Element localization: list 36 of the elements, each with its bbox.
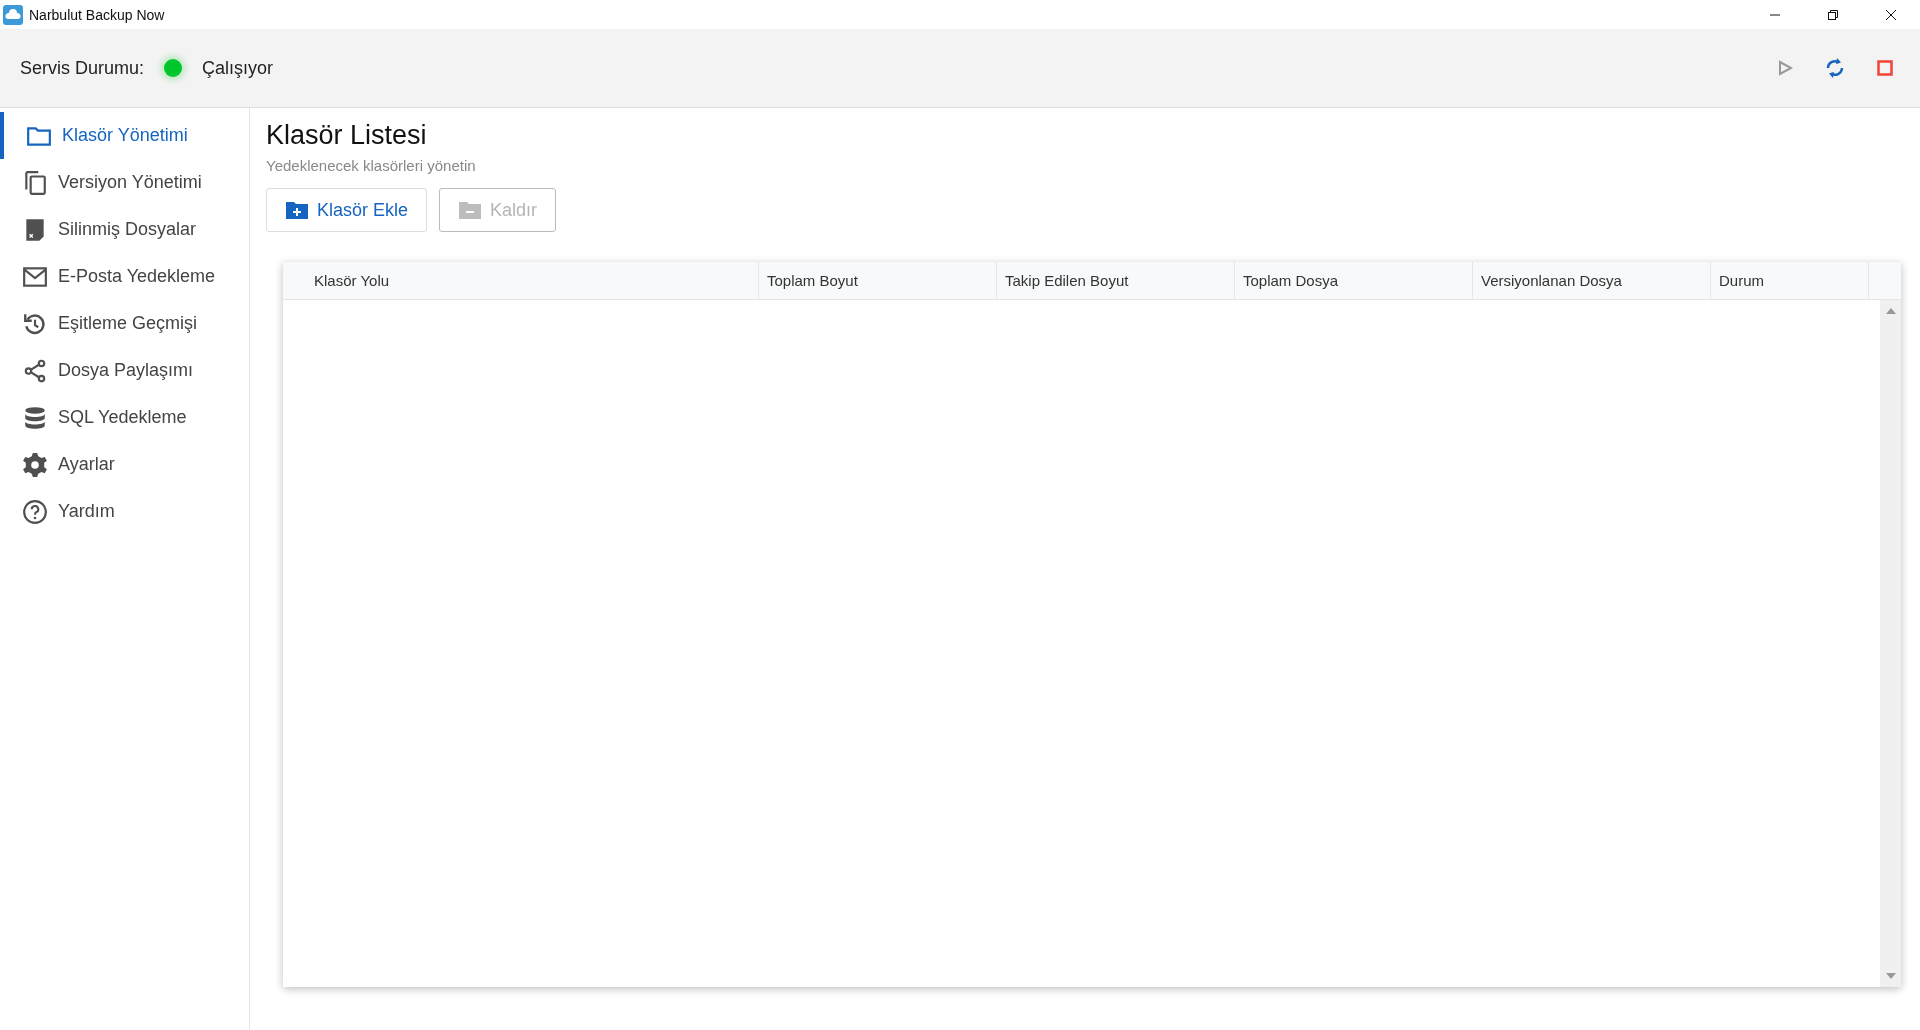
page-title: Klasör Listesi bbox=[266, 120, 428, 151]
sidebar-item[interactable]: Klasör Yönetimi bbox=[0, 112, 249, 159]
sidebar-item[interactable]: Versiyon Yönetimi bbox=[0, 159, 249, 206]
window-title: Narbulut Backup Now bbox=[29, 6, 166, 23]
sidebar-item[interactable]: Eşitleme Geçmişi bbox=[0, 300, 249, 347]
restore-icon bbox=[1827, 8, 1839, 21]
sidebar-item[interactable]: E-Posta Yedekleme bbox=[0, 253, 249, 300]
scroll-up-icon bbox=[1885, 308, 1896, 314]
gear-icon bbox=[22, 451, 48, 478]
stop-icon bbox=[1877, 60, 1893, 76]
folder-plus-icon bbox=[285, 199, 309, 221]
folder-minus-icon bbox=[458, 199, 483, 221]
copy-icon bbox=[22, 169, 48, 196]
column-header[interactable]: Toplam Boyut bbox=[759, 262, 997, 299]
sidebar-item[interactable]: Ayarlar bbox=[0, 441, 249, 488]
share-icon bbox=[22, 357, 48, 384]
page-subtitle: Yedeklenecek klasörleri yönetin bbox=[266, 157, 477, 174]
column-header[interactable]: Toplam Dosya bbox=[1235, 262, 1473, 299]
add-folder-button[interactable]: Klasör Ekle bbox=[266, 188, 428, 232]
database-icon bbox=[22, 404, 48, 431]
column-header[interactable]: Durum bbox=[1711, 262, 1869, 299]
scroll-down-icon bbox=[1885, 973, 1896, 979]
sidebar-item[interactable]: Yardım bbox=[0, 488, 249, 535]
service-status: Çalışıyor bbox=[202, 57, 275, 79]
close-icon bbox=[1885, 8, 1897, 21]
sidebar-item[interactable]: Dosya Paylaşımı bbox=[0, 347, 249, 394]
cloud-app-icon bbox=[3, 4, 23, 25]
help-icon bbox=[22, 498, 48, 525]
column-header[interactable]: Versiyonlanan Dosya bbox=[1473, 262, 1711, 299]
column-header[interactable]: Klasör Yolu bbox=[283, 262, 759, 299]
column-header[interactable]: Takip Edilen Boyut bbox=[997, 262, 1235, 299]
service-status-label: Servis Durumu: bbox=[20, 57, 145, 79]
scrollbar[interactable] bbox=[1880, 300, 1901, 987]
sidebar-item[interactable]: SQL Yedekleme bbox=[0, 394, 249, 441]
sidebar-item[interactable]: Silinmiş Dosyalar bbox=[0, 206, 249, 253]
play-icon bbox=[1777, 60, 1793, 76]
